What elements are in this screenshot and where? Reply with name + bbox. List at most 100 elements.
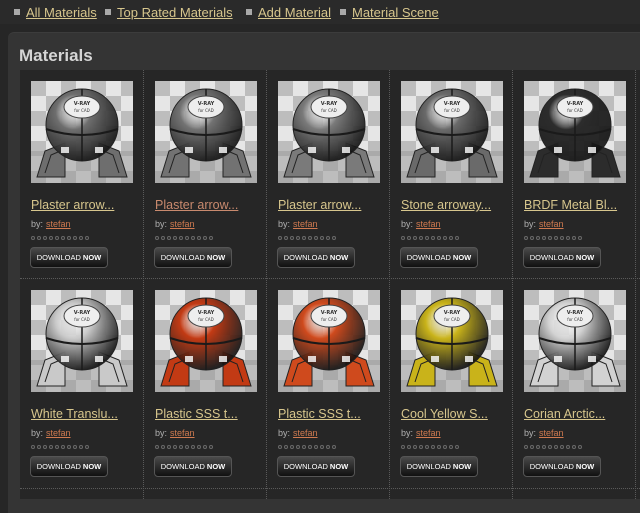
rating-stars[interactable] — [524, 445, 582, 450]
rating-dot-icon[interactable] — [209, 236, 213, 240]
rating-dot-icon[interactable] — [85, 236, 89, 240]
rating-dot-icon[interactable] — [73, 236, 77, 240]
rating-dot-icon[interactable] — [572, 236, 576, 240]
rating-dot-icon[interactable] — [308, 445, 312, 449]
nav-link-add-material[interactable]: Add Material — [258, 5, 331, 20]
rating-dot-icon[interactable] — [161, 236, 165, 240]
download-now-button[interactable]: DOWNLOAD NOW — [277, 247, 355, 268]
rating-dot-icon[interactable] — [79, 445, 83, 449]
material-title-link[interactable]: Plaster arrow... — [278, 198, 390, 212]
rating-dot-icon[interactable] — [296, 236, 300, 240]
rating-dot-icon[interactable] — [560, 236, 564, 240]
material-thumbnail[interactable]: V-RAY for CAD — [155, 290, 257, 392]
rating-stars[interactable] — [401, 445, 459, 450]
rating-dot-icon[interactable] — [179, 445, 183, 449]
rating-dot-icon[interactable] — [278, 445, 282, 449]
material-title-link[interactable]: BRDF Metal Bl... — [524, 198, 636, 212]
rating-dot-icon[interactable] — [185, 445, 189, 449]
rating-dot-icon[interactable] — [167, 236, 171, 240]
author-link[interactable]: stefan — [170, 428, 195, 438]
rating-dot-icon[interactable] — [302, 236, 306, 240]
rating-dot-icon[interactable] — [173, 236, 177, 240]
download-now-button[interactable]: DOWNLOAD NOW — [277, 456, 355, 477]
download-now-button[interactable]: DOWNLOAD NOW — [400, 247, 478, 268]
rating-dot-icon[interactable] — [578, 445, 582, 449]
rating-dot-icon[interactable] — [332, 445, 336, 449]
rating-dot-icon[interactable] — [425, 236, 429, 240]
rating-dot-icon[interactable] — [49, 236, 53, 240]
rating-dot-icon[interactable] — [407, 445, 411, 449]
material-title-link[interactable]: Plastic SSS t... — [155, 407, 267, 421]
author-link[interactable]: stefan — [170, 219, 195, 229]
rating-dot-icon[interactable] — [425, 445, 429, 449]
material-thumbnail[interactable]: V-RAY for CAD — [524, 290, 626, 392]
rating-dot-icon[interactable] — [437, 236, 441, 240]
rating-dot-icon[interactable] — [320, 236, 324, 240]
rating-dot-icon[interactable] — [155, 236, 159, 240]
rating-dot-icon[interactable] — [560, 445, 564, 449]
material-thumbnail[interactable]: V-RAY for CAD — [278, 290, 380, 392]
rating-dot-icon[interactable] — [548, 236, 552, 240]
rating-dot-icon[interactable] — [197, 236, 201, 240]
rating-dot-icon[interactable] — [407, 236, 411, 240]
rating-dot-icon[interactable] — [197, 445, 201, 449]
rating-stars[interactable] — [155, 445, 213, 450]
nav-item-material-scene[interactable]: Material Scene — [340, 3, 439, 21]
rating-dot-icon[interactable] — [524, 445, 528, 449]
download-now-button[interactable]: DOWNLOAD NOW — [154, 456, 232, 477]
rating-dot-icon[interactable] — [284, 445, 288, 449]
rating-dot-icon[interactable] — [326, 236, 330, 240]
rating-dot-icon[interactable] — [55, 236, 59, 240]
rating-dot-icon[interactable] — [443, 236, 447, 240]
rating-dot-icon[interactable] — [161, 445, 165, 449]
rating-dot-icon[interactable] — [437, 445, 441, 449]
rating-dot-icon[interactable] — [185, 236, 189, 240]
author-link[interactable]: stefan — [46, 219, 71, 229]
rating-dot-icon[interactable] — [308, 236, 312, 240]
rating-dot-icon[interactable] — [419, 236, 423, 240]
rating-stars[interactable] — [31, 236, 89, 241]
rating-dot-icon[interactable] — [167, 445, 171, 449]
rating-dot-icon[interactable] — [419, 445, 423, 449]
rating-dot-icon[interactable] — [572, 445, 576, 449]
rating-stars[interactable] — [278, 236, 336, 241]
nav-link-all-materials[interactable]: All Materials — [26, 5, 97, 20]
rating-stars[interactable] — [31, 445, 89, 450]
rating-dot-icon[interactable] — [61, 236, 65, 240]
author-link[interactable]: stefan — [293, 219, 318, 229]
rating-dot-icon[interactable] — [296, 445, 300, 449]
rating-dot-icon[interactable] — [524, 236, 528, 240]
rating-dot-icon[interactable] — [443, 445, 447, 449]
rating-dot-icon[interactable] — [566, 236, 570, 240]
rating-stars[interactable] — [155, 236, 213, 241]
rating-dot-icon[interactable] — [536, 445, 540, 449]
rating-dot-icon[interactable] — [73, 445, 77, 449]
rating-dot-icon[interactable] — [155, 445, 159, 449]
rating-dot-icon[interactable] — [43, 236, 47, 240]
author-link[interactable]: stefan — [539, 428, 564, 438]
download-now-button[interactable]: DOWNLOAD NOW — [523, 247, 601, 268]
rating-dot-icon[interactable] — [455, 445, 459, 449]
rating-dot-icon[interactable] — [536, 236, 540, 240]
rating-dot-icon[interactable] — [401, 445, 405, 449]
rating-dot-icon[interactable] — [179, 236, 183, 240]
nav-item-add-material[interactable]: Add Material — [246, 3, 331, 21]
nav-link-top-rated[interactable]: Top Rated Materials — [117, 5, 233, 20]
rating-dot-icon[interactable] — [278, 236, 282, 240]
material-thumbnail[interactable]: V-RAY for CAD — [31, 81, 133, 183]
download-now-button[interactable]: DOWNLOAD NOW — [30, 247, 108, 268]
rating-dot-icon[interactable] — [455, 236, 459, 240]
nav-item-all-materials[interactable]: All Materials — [14, 3, 97, 21]
rating-dot-icon[interactable] — [79, 236, 83, 240]
author-link[interactable]: stefan — [416, 219, 441, 229]
rating-dot-icon[interactable] — [203, 236, 207, 240]
rating-dot-icon[interactable] — [413, 236, 417, 240]
author-link[interactable]: stefan — [539, 219, 564, 229]
rating-dot-icon[interactable] — [542, 445, 546, 449]
material-title-link[interactable]: Corian Arctic... — [524, 407, 636, 421]
rating-dot-icon[interactable] — [55, 445, 59, 449]
material-title-link[interactable]: Plaster arrow... — [155, 198, 267, 212]
rating-dot-icon[interactable] — [37, 445, 41, 449]
rating-dot-icon[interactable] — [449, 445, 453, 449]
rating-dot-icon[interactable] — [49, 445, 53, 449]
